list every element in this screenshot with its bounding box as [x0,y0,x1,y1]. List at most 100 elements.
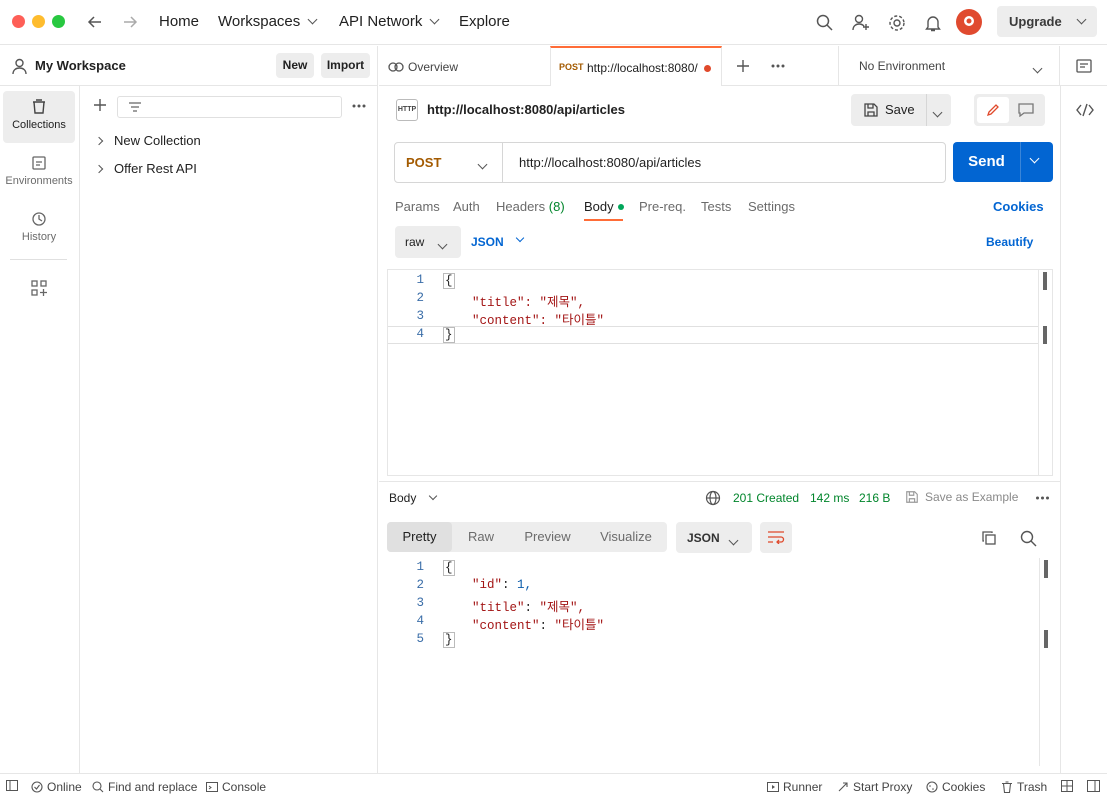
send-button[interactable]: Send [953,142,1020,182]
tab-visualize[interactable]: Visualize [585,522,667,552]
sidebar-item-label: Environments [5,175,73,187]
url-input[interactable]: http://localhost:8080/api/articles [519,155,701,170]
cookies-button[interactable]: Cookies [926,780,985,794]
filter-icon [129,102,141,112]
close-window-button[interactable] [12,15,25,28]
console-button[interactable]: Console [206,780,266,794]
status-badge[interactable]: 201 Created [733,491,799,505]
minimize-window-button[interactable] [32,15,45,28]
new-tab-icon[interactable] [735,58,751,74]
collection-item[interactable]: New Collection [94,133,201,148]
nav-api-network[interactable]: API Network [339,13,440,30]
bell-icon[interactable] [923,13,942,32]
code-icon[interactable] [1075,101,1095,119]
upgrade-label: Upgrade [1009,14,1062,29]
tab-headers[interactable]: Headers (8) [496,199,565,214]
chevron-down-icon[interactable] [1076,14,1087,25]
send-dropdown-chevron-icon[interactable] [1029,153,1040,164]
wrap-lines-button[interactable] [760,522,792,553]
forward-arrow-icon[interactable] [121,13,139,31]
help-icon[interactable] [1087,780,1100,792]
sidebar-item-collections[interactable]: Collections [3,91,75,143]
apps-grid-icon[interactable] [30,279,48,297]
zoom-window-button[interactable] [52,15,65,28]
nav-explore[interactable]: Explore [459,13,510,30]
online-label: Online [47,780,82,794]
response-scrollbar[interactable] [1039,558,1053,766]
status-bar: Online Find and replace Console Runner S… [0,773,1107,797]
new-button[interactable]: New [276,53,314,78]
layout-icon[interactable] [1061,780,1073,792]
divider [379,481,1060,482]
filter-input[interactable] [117,96,342,118]
environment-selector[interactable]: No Environment [839,46,1059,86]
tab-tests[interactable]: Tests [701,199,731,214]
tab-active-request[interactable]: POST http://localhost:8080/ [550,46,722,86]
body-mode-select[interactable]: raw [395,226,461,258]
start-proxy-button[interactable]: Start Proxy [837,780,912,794]
upgrade-button[interactable]: Upgrade [997,6,1097,37]
search-icon[interactable] [815,13,834,32]
tab-params[interactable]: Params [395,199,440,214]
gear-icon[interactable] [887,13,906,32]
copy-icon[interactable] [981,530,997,546]
save-button[interactable]: Save [851,94,926,126]
avatar[interactable] [956,9,982,35]
more-tabs-icon[interactable] [770,64,786,68]
save-dropdown-chevron-icon[interactable] [932,107,943,118]
tab-settings[interactable]: Settings [748,199,795,214]
request-title[interactable]: http://localhost:8080/api/articles [427,102,625,117]
beautify-link[interactable]: Beautify [986,235,1033,249]
online-status[interactable]: Online [31,780,82,794]
collection-item[interactable]: Offer Rest API [94,161,197,176]
edit-mode-button[interactable] [977,97,1009,123]
scrollbar-thumb[interactable] [1044,560,1048,578]
response-time[interactable]: 142 ms [810,491,849,505]
nav-home[interactable]: Home [159,13,199,30]
sidebar-item-history[interactable]: History [3,203,75,255]
tab-overview[interactable]: Overview [379,46,550,86]
editor-scrollbar[interactable] [1038,270,1052,475]
runner-button[interactable]: Runner [767,780,822,794]
nav-workspaces[interactable]: Workspaces [218,13,318,30]
tab-preview[interactable]: Preview [510,522,585,552]
more-options-icon[interactable] [1035,496,1050,500]
json-separator: : [539,619,555,633]
comment-icon[interactable] [1018,103,1034,117]
globe-icon[interactable] [705,490,721,506]
find-replace-button[interactable]: Find and replace [92,780,197,794]
chevron-down-icon [515,233,525,243]
headers-count: (8) [548,199,565,214]
tab-pre-request[interactable]: Pre-req. [639,199,686,214]
more-options-icon[interactable] [351,98,367,114]
response-format-select[interactable]: JSON [676,522,752,553]
invite-user-icon[interactable] [851,13,870,32]
cookies-link[interactable]: Cookies [993,199,1044,214]
import-button[interactable]: Import [321,53,370,78]
toggle-sidebar-icon[interactable] [6,780,18,791]
workspace-name[interactable]: My Workspace [35,58,126,73]
sidebar-item-environments[interactable]: Environments [3,147,75,199]
body-language-select[interactable]: JSON [471,226,531,258]
collection-name: Offer Rest API [114,161,197,176]
trash-button[interactable]: Trash [1001,780,1047,794]
environments-icon [32,156,46,170]
tab-auth[interactable]: Auth [453,199,480,214]
tab-headers-label: Headers [496,199,546,214]
response-body-select[interactable]: Body [389,490,449,508]
search-icon[interactable] [1020,530,1037,547]
tab-raw[interactable]: Raw [452,522,510,552]
cookie-icon [926,781,938,793]
chevron-down-icon [428,491,438,501]
environment-quick-look-icon[interactable] [1075,57,1093,75]
code-line: "title": "제목", [472,296,586,310]
scrollbar-thumb[interactable] [1043,272,1047,290]
response-size[interactable]: 216 B [859,491,890,505]
back-arrow-icon[interactable] [86,13,104,31]
add-icon[interactable] [92,97,108,113]
tab-pretty[interactable]: Pretty [387,522,452,552]
tab-body[interactable]: Body [584,199,624,214]
search-icon [92,781,104,793]
method-select[interactable]: POST [395,143,503,182]
save-as-example-button[interactable]: Save as Example [905,490,1025,506]
